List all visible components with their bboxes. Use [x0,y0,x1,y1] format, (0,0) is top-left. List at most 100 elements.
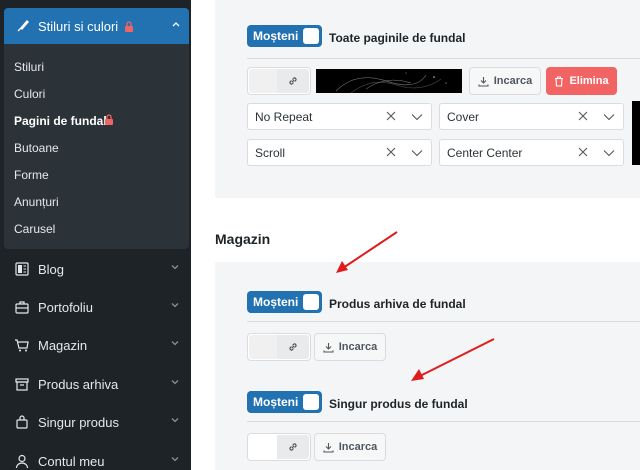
sidebar-item-label: Singur produs [38,414,119,430]
annotation-arrow-icon [411,338,495,381]
clear-icon[interactable] [385,146,397,158]
submenu-item-buttons[interactable]: Butoane [14,141,59,155]
download-icon [323,442,334,453]
link-button[interactable] [277,335,309,359]
submenu-item-notices[interactable]: Anunțuri [14,195,59,209]
background-size-select[interactable]: Cover [439,103,624,130]
sidebar-item-blog[interactable]: Blog [14,259,186,279]
archive-background-title: Produs arhiva de fundal [329,297,466,311]
sidebar-item-label: Contul meu [38,453,105,469]
delete-label: Elimina [569,75,609,87]
inherit-toggle[interactable]: Moșteni [247,25,322,47]
archive-image-picker[interactable] [247,333,311,361]
chevron-up-icon [172,22,180,27]
link-button[interactable] [277,435,309,459]
chevron-down-icon[interactable] [603,112,615,122]
color-preview-strip [632,101,640,165]
sidebar-item-label: Portofoliu [38,299,93,315]
chevron-down-icon [171,418,179,423]
single-upload-button[interactable]: Incarca [314,433,386,461]
link-icon [289,443,297,451]
link-icon [289,77,297,85]
trash-icon [555,75,564,87]
annotation-arrow-icon [336,231,398,273]
sidebar-submenu: Stiluri Culori Pagini de fundal Butoane … [4,44,189,249]
sidebar-item-styles-colors[interactable]: Stiluri si culori [4,8,189,44]
single-inherit-toggle[interactable]: Moșteni [247,391,322,413]
toggle-knob [303,28,319,44]
bag-icon [16,415,28,429]
sidebar-item-single-product[interactable]: Singur produs [14,412,186,432]
divider [247,421,640,422]
chevron-down-icon [171,303,179,308]
brush-icon [17,19,29,32]
submenu-item-colors[interactable]: Culori [14,87,45,101]
divider [247,58,640,59]
select-value: Cover [447,109,480,124]
preview-image [335,72,447,93]
archive-upload-button[interactable]: Incarca [314,333,386,361]
toggle-label: Moșteni [253,295,299,309]
shop-section-title: Magazin [215,231,271,247]
clear-icon[interactable] [577,110,589,122]
lock-icon [125,20,134,32]
submenu-item-backgrounds[interactable]: Pagini de fundal [14,114,107,128]
chevron-down-icon[interactable] [411,112,423,122]
image-swatch [249,69,277,93]
chevron-down-icon[interactable] [603,148,615,158]
briefcase-icon [15,301,29,314]
delete-button[interactable]: Elimina [546,67,617,95]
upload-label: Incarca [338,441,378,453]
chevron-down-icon [171,341,179,346]
sidebar-item-portfolio[interactable]: Portofoliu [14,297,186,317]
upload-label: Incarca [493,75,533,87]
toggle-knob [303,294,319,310]
background-repeat-select[interactable]: No Repeat [247,103,432,130]
lock-icon [105,114,113,125]
background-attachment-select[interactable]: Scroll [247,139,432,166]
submenu-item-styles[interactable]: Stiluri [14,60,44,74]
archive-inherit-toggle[interactable]: Moșteni [247,291,322,313]
toggle-label: Moșteni [253,395,299,409]
blog-icon [15,262,29,276]
background-image-preview [316,69,462,93]
sidebar: Stiluri si culori Stiluri Culori Pagini … [0,0,191,470]
chevron-down-icon [171,265,179,270]
link-button[interactable] [277,69,309,93]
upload-label: Incarca [338,341,378,353]
image-swatch [249,335,277,359]
sidebar-item-label: Blog [38,261,65,277]
single-background-title: Singur produs de fundal [329,397,468,411]
main-content: Moșteni Toate paginile de fundal Incarca [191,0,640,470]
chevron-down-icon[interactable] [411,148,423,158]
clear-icon[interactable] [385,110,397,122]
download-icon [323,342,334,353]
cart-icon [15,339,29,352]
sidebar-item-label: Stiluri si culori [38,18,119,34]
select-value: Scroll [255,145,286,160]
download-icon [478,76,489,87]
image-swatch [249,435,277,459]
background-setting-title: Toate paginile de fundal [329,31,466,45]
chevron-down-icon [171,457,179,462]
sidebar-item-label: Magazin [38,337,88,353]
select-value: No Repeat [255,109,313,124]
all-pages-background-card: Moșteni Toate paginile de fundal Incarca [215,0,640,198]
submenu-item-carousel[interactable]: Carusel [14,222,55,236]
sidebar-item-label: Produs arhiva [38,376,119,392]
archive-icon [15,378,29,391]
select-value: Center Center [447,145,523,160]
image-picker[interactable] [247,67,311,95]
single-image-picker[interactable] [247,433,311,461]
background-position-select[interactable]: Center Center [439,139,624,166]
toggle-knob [303,394,319,410]
user-icon [15,454,29,469]
sidebar-item-my-account[interactable]: Contul meu [14,451,186,470]
divider [247,321,640,322]
toggle-label: Moșteni [253,29,299,43]
clear-icon[interactable] [577,146,589,158]
upload-button[interactable]: Incarca [469,67,541,95]
sidebar-item-product-archive[interactable]: Produs arhiva [14,374,186,394]
submenu-item-shapes[interactable]: Forme [14,168,49,182]
sidebar-item-shop[interactable]: Magazin [14,335,186,355]
